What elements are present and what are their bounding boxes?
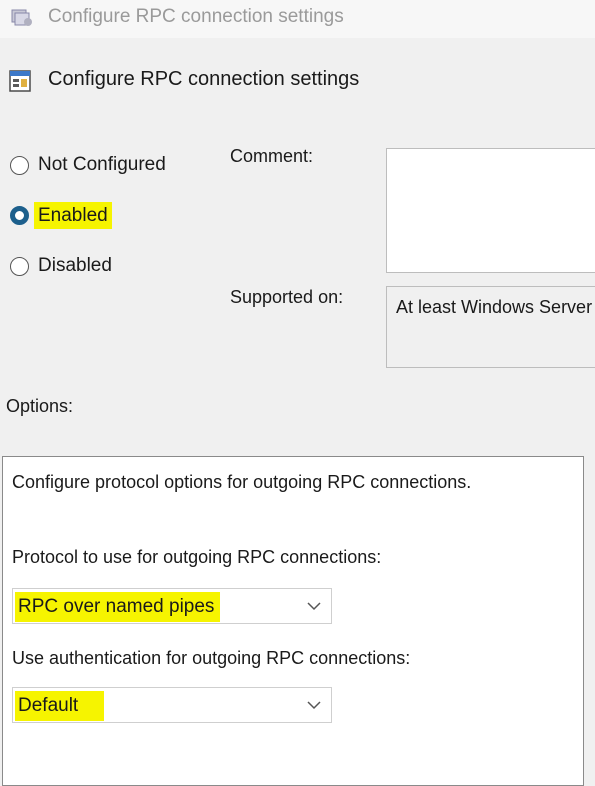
radio-disabled[interactable]: Disabled	[10, 251, 112, 281]
policy-settings-icon	[9, 70, 31, 92]
window-title: Configure RPC connection settings	[48, 6, 344, 27]
radio-label: Enabled	[34, 201, 112, 229]
radio-enabled[interactable]: Enabled	[10, 200, 112, 230]
page-title: Configure RPC connection settings	[48, 68, 360, 90]
chevron-down-icon	[307, 602, 321, 611]
supported-on-field: At least Windows Server	[386, 286, 595, 368]
window-titlebar: Configure RPC connection settings	[0, 0, 595, 38]
comment-field[interactable]	[386, 148, 595, 273]
protocol-dropdown[interactable]: RPC over named pipes	[12, 588, 332, 624]
radio-label: Disabled	[38, 255, 112, 276]
protocol-selected-value: RPC over named pipes	[15, 592, 221, 622]
options-label: Options:	[6, 396, 74, 416]
radio-not-configured[interactable]: Not Configured	[10, 150, 166, 180]
supported-on-value: At least Windows Server	[396, 297, 593, 317]
options-description: Configure protocol options for outgoing …	[12, 472, 472, 492]
radio-button[interactable]	[10, 256, 29, 276]
radio-label: Not Configured	[38, 154, 166, 175]
policy-header: Configure RPC connection settings	[0, 60, 595, 100]
authentication-dropdown[interactable]: Default	[12, 687, 332, 723]
comment-label: Comment:	[230, 146, 314, 166]
supported-on-label: Supported on:	[230, 287, 344, 307]
chevron-down-icon	[307, 701, 321, 710]
radio-button-checked[interactable]	[10, 205, 29, 225]
authentication-selected-value: Default	[15, 691, 105, 721]
radio-button[interactable]	[10, 155, 29, 175]
options-panel: Configure protocol options for outgoing …	[2, 456, 584, 786]
policy-setting-icon	[11, 9, 32, 26]
protocol-label: Protocol to use for outgoing RPC connect…	[12, 547, 382, 567]
authentication-label: Use authentication for outgoing RPC conn…	[12, 648, 411, 668]
